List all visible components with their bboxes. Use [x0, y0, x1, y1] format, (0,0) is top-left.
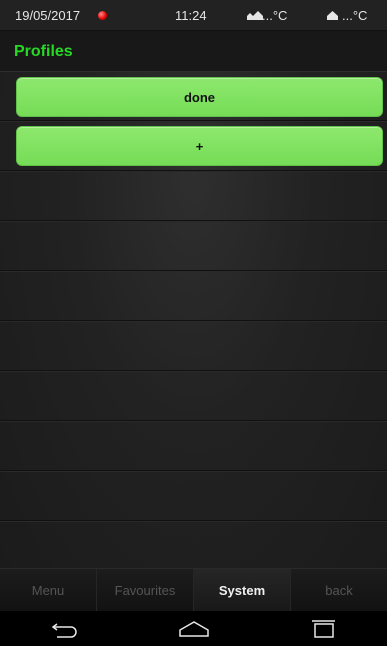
- status-time: 11:24: [175, 8, 207, 23]
- row-divider: [0, 370, 387, 371]
- row-divider: [0, 520, 387, 521]
- outdoor-temperature-value: ...°C: [262, 8, 288, 23]
- row-divider: [0, 120, 387, 121]
- outdoor-house-icon: [247, 11, 263, 20]
- android-navigation-bar: [0, 611, 387, 646]
- row-divider: [0, 470, 387, 471]
- profiles-list: done +: [0, 72, 387, 568]
- indoor-house-icon: [327, 11, 338, 20]
- bottom-nav: Menu Favourites System back: [0, 568, 387, 612]
- status-date: 19/05/2017: [15, 8, 81, 23]
- row-divider: [0, 270, 387, 271]
- indoor-temperature: ...°C: [327, 8, 367, 23]
- row-divider: [0, 170, 387, 171]
- nav-favourites[interactable]: Favourites: [97, 569, 194, 612]
- recent-apps-icon[interactable]: [303, 617, 343, 641]
- add-profile-button[interactable]: +: [16, 126, 383, 166]
- back-arrow-icon[interactable]: [45, 617, 85, 641]
- row-divider: [0, 220, 387, 221]
- nav-menu[interactable]: Menu: [0, 569, 97, 612]
- page-title: Profiles: [14, 43, 73, 60]
- title-bar: Profiles: [0, 31, 387, 72]
- nav-back[interactable]: back: [291, 569, 387, 612]
- row-divider: [0, 420, 387, 421]
- nav-system[interactable]: System: [194, 569, 291, 612]
- indoor-temperature-value: ...°C: [342, 8, 368, 23]
- home-icon[interactable]: [174, 617, 214, 641]
- outdoor-temperature: ...°C: [247, 8, 287, 23]
- done-button[interactable]: done: [16, 77, 383, 117]
- status-bar: 19/05/2017 11:24 ...°C ...°C: [0, 0, 387, 31]
- row-divider: [0, 320, 387, 321]
- recording-dot-icon: [98, 11, 107, 20]
